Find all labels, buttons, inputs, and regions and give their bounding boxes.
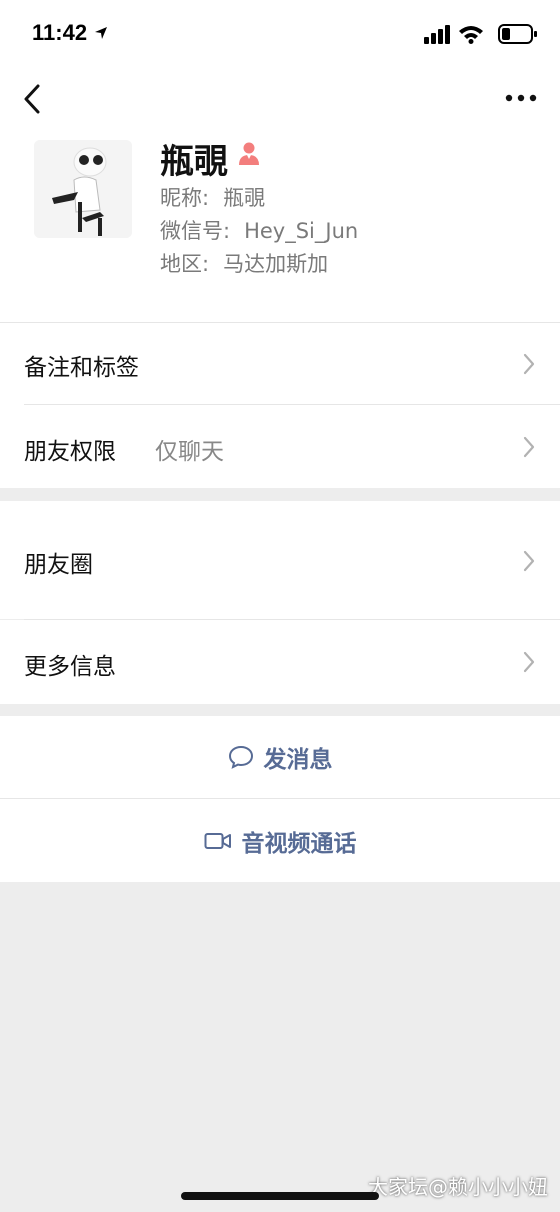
send-message-label: 发消息 [263, 747, 333, 773]
region-label: 地区: [160, 252, 210, 276]
friend-permissions-label: 朋友权限 [24, 439, 116, 465]
region-line: 地区: 马达加斯加 [160, 248, 328, 278]
remarks-tags-label: 备注和标签 [24, 355, 139, 381]
wechat-id-label: 微信号: [160, 219, 231, 243]
nickname-line: 昵称: 瓶覗 [160, 182, 265, 212]
video-call-button[interactable]: 音视频通话 [0, 799, 560, 882]
video-call-label: 音视频通话 [241, 830, 357, 857]
send-message-button[interactable]: 发消息 [0, 716, 560, 798]
video-camera-icon [204, 832, 231, 849]
moments-row[interactable]: 朋友圈 [0, 501, 560, 619]
region-value: 马达加斯加 [223, 252, 329, 276]
more-info-label: 更多信息 [24, 654, 116, 680]
avatar[interactable] [34, 140, 132, 238]
nickname-value: 瓶覗 [223, 186, 266, 210]
status-time: 11:42 [32, 20, 88, 45]
friend-permissions-row[interactable]: 朋友权限 仅聊天 [0, 405, 560, 488]
nickname-label: 昵称: [160, 186, 210, 210]
wechat-id-line: 微信号: Hey_Si_Jun [160, 215, 358, 245]
battery-icon [498, 24, 537, 44]
status-bar: 11:42 [0, 0, 560, 70]
chevron-right-icon [523, 353, 535, 375]
chevron-right-icon [523, 550, 535, 572]
moments-label: 朋友圈 [24, 552, 93, 578]
signal-icon [424, 25, 450, 44]
wechat-id-value: Hey_Si_Jun [244, 219, 359, 243]
more-info-row[interactable]: 更多信息 [0, 620, 560, 704]
home-indicator [181, 1192, 379, 1200]
profile-name: 瓶覗 [160, 142, 228, 182]
female-gender-icon [239, 142, 259, 165]
friend-permissions-value: 仅聊天 [155, 439, 224, 465]
avatar-image [34, 140, 132, 238]
more-options-icon[interactable] [504, 86, 538, 110]
location-arrow-icon [95, 27, 107, 39]
back-arrow-icon[interactable] [18, 82, 50, 116]
chat-bubble-icon [228, 745, 253, 769]
remarks-tags-row[interactable]: 备注和标签 [0, 323, 560, 405]
profile-header: 瓶覗 昵称: 瓶覗 微信号: Hey_Si_Jun 地区: 马达加斯加 [0, 130, 560, 322]
watermark: 大家坛@赖小小小妞 [368, 1175, 548, 1199]
chevron-right-icon [523, 436, 535, 458]
wifi-icon [459, 26, 483, 44]
nav-bar [0, 70, 560, 130]
chevron-right-icon [523, 651, 535, 673]
